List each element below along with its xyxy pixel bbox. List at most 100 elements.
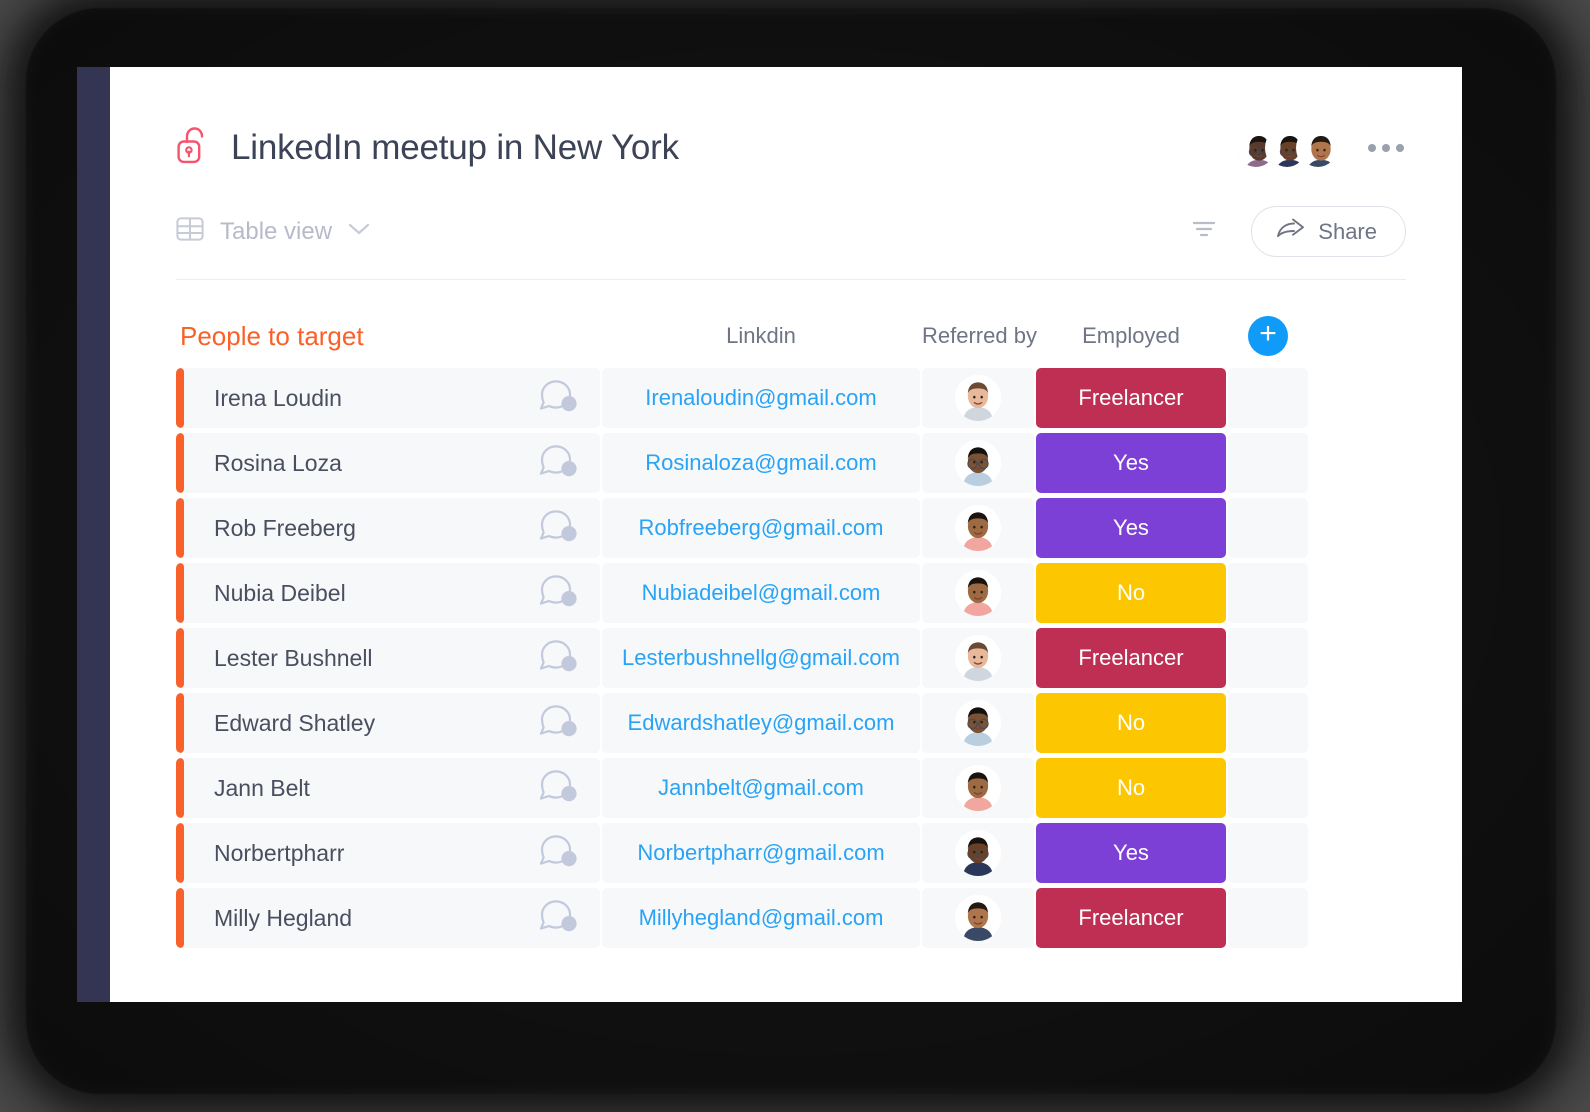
cell-referred-by[interactable] <box>922 563 1034 623</box>
cell-empty-extra[interactable] <box>1228 498 1308 558</box>
table-row[interactable]: Jann Belt Jannbelt@gmail.com No <box>176 758 1406 818</box>
chat-bubble-icon[interactable] <box>534 768 578 809</box>
table-row[interactable]: Rosina Loza Rosinaloza@gmail.com Yes <box>176 433 1406 493</box>
cell-referred-by[interactable] <box>922 758 1034 818</box>
person-name: Edward Shatley <box>214 709 376 736</box>
collaborator-avatars[interactable] <box>1234 125 1340 170</box>
table-body: Irena Loudin Irenaloudin@gmail.com Freel… <box>176 368 1406 948</box>
cell-employed-status[interactable]: Yes <box>1036 433 1226 493</box>
table-container: People to target Linkdin Referred by Emp… <box>110 314 1462 948</box>
person-name: Rob Freeberg <box>214 514 356 541</box>
cell-referred-by[interactable] <box>922 888 1034 948</box>
column-header-referred-by: Referred by <box>922 323 1037 348</box>
cell-empty-extra[interactable] <box>1228 693 1308 753</box>
linkdin-email: Millyhegland@gmail.com <box>638 905 884 930</box>
person-name: Lester Bushnell <box>214 644 373 671</box>
cell-person-name[interactable]: Milly Hegland <box>176 888 600 948</box>
chat-bubble-icon[interactable] <box>534 638 578 679</box>
status-badge: Freelancer <box>1078 905 1184 930</box>
status-badge: Freelancer <box>1078 645 1184 670</box>
cell-referred-by[interactable] <box>922 433 1034 493</box>
cell-linkdin-email[interactable]: Robfreeberg@gmail.com <box>602 498 920 558</box>
chat-bubble-icon[interactable] <box>534 378 578 419</box>
cell-employed-status[interactable]: No <box>1036 758 1226 818</box>
person-name: Norbertpharr <box>214 839 345 866</box>
cell-linkdin-email[interactable]: Nubiadeibel@gmail.com <box>602 563 920 623</box>
cell-empty-extra[interactable] <box>1228 758 1308 818</box>
linkdin-email: Irenaloudin@gmail.com <box>645 385 877 410</box>
cell-employed-status[interactable]: No <box>1036 563 1226 623</box>
cell-referred-by[interactable] <box>922 498 1034 558</box>
cell-employed-status[interactable]: Yes <box>1036 498 1226 558</box>
cell-person-name[interactable]: Irena Loudin <box>176 368 600 428</box>
person-name: Milly Hegland <box>214 904 353 931</box>
cell-empty-extra[interactable] <box>1228 368 1308 428</box>
cell-person-name[interactable]: Rob Freeberg <box>176 498 600 558</box>
table-row[interactable]: Edward Shatley Edwardshatley@gmail.com N… <box>176 693 1406 753</box>
cell-linkdin-email[interactable]: Millyhegland@gmail.com <box>602 888 920 948</box>
chat-bubble-icon[interactable] <box>534 443 578 484</box>
view-label: Table view <box>220 217 333 245</box>
cell-empty-extra[interactable] <box>1228 563 1308 623</box>
cell-employed-status[interactable]: Freelancer <box>1036 628 1226 688</box>
cell-linkdin-email[interactable]: Edwardshatley@gmail.com <box>602 693 920 753</box>
cell-linkdin-email[interactable]: Rosinaloza@gmail.com <box>602 433 920 493</box>
share-button[interactable]: Share <box>1251 206 1406 257</box>
chat-bubble-icon[interactable] <box>534 898 578 939</box>
table-row[interactable]: Rob Freeberg Robfreeberg@gmail.com Yes <box>176 498 1406 558</box>
app-window: LinkedIn meetup in New York Table view S… <box>77 67 1462 1002</box>
table-row[interactable]: Norbertpharr Norbertpharr@gmail.com Yes <box>176 823 1406 883</box>
cell-linkdin-email[interactable]: Jannbelt@gmail.com <box>602 758 920 818</box>
chevron-down-icon[interactable] <box>348 222 370 241</box>
cell-person-name[interactable]: Nubia Deibel <box>176 563 600 623</box>
avatar-rob <box>955 505 1001 551</box>
view-switcher[interactable]: Table view <box>176 215 370 248</box>
cell-employed-status[interactable]: Freelancer <box>1036 368 1226 428</box>
avatar-rosina <box>955 440 1001 486</box>
chat-bubble-icon[interactable] <box>534 573 578 614</box>
cell-referred-by[interactable] <box>922 823 1034 883</box>
linkdin-email: Lesterbushnellg@gmail.com <box>622 645 900 670</box>
chat-bubble-icon[interactable] <box>534 833 578 874</box>
status-badge: Yes <box>1113 840 1149 865</box>
add-row-button[interactable]: + <box>1248 316 1288 356</box>
cell-empty-extra[interactable] <box>1228 888 1308 948</box>
cell-referred-by[interactable] <box>922 368 1034 428</box>
cell-linkdin-email[interactable]: Norbertpharr@gmail.com <box>602 823 920 883</box>
status-badge: No <box>1116 580 1146 605</box>
cell-person-name[interactable]: Rosina Loza <box>176 433 600 493</box>
cell-person-name[interactable]: Jann Belt <box>176 758 600 818</box>
cell-empty-extra[interactable] <box>1228 433 1308 493</box>
chat-bubble-icon[interactable] <box>534 508 578 549</box>
cell-person-name[interactable]: Lester Bushnell <box>176 628 600 688</box>
left-nav-rail[interactable] <box>77 67 110 1002</box>
person-name: Nubia Deibel <box>214 579 346 606</box>
cell-empty-extra[interactable] <box>1228 628 1308 688</box>
status-badge: Yes <box>1113 515 1149 540</box>
column-header-linkdin: Linkdin <box>726 323 796 348</box>
chat-bubble-icon[interactable] <box>534 703 578 744</box>
table-row[interactable]: Milly Hegland Millyhegland@gmail.com Fre… <box>176 888 1406 948</box>
cell-person-name[interactable]: Norbertpharr <box>176 823 600 883</box>
avatar-irena <box>955 375 1001 421</box>
filter-icon[interactable] <box>1187 214 1221 249</box>
table-row[interactable]: Lester Bushnell Lesterbushnellg@gmail.co… <box>176 628 1406 688</box>
cell-person-name[interactable]: Edward Shatley <box>176 693 600 753</box>
screenshot-stage: LinkedIn meetup in New York Table view S… <box>0 0 1590 1112</box>
person-name: Jann Belt <box>214 774 310 801</box>
cell-employed-status[interactable]: No <box>1036 693 1226 753</box>
cell-employed-status[interactable]: Yes <box>1036 823 1226 883</box>
cell-employed-status[interactable]: Freelancer <box>1036 888 1226 948</box>
cell-referred-by[interactable] <box>922 693 1034 753</box>
cell-referred-by[interactable] <box>922 628 1034 688</box>
table-row[interactable]: Irena Loudin Irenaloudin@gmail.com Freel… <box>176 368 1406 428</box>
linkdin-email: Robfreeberg@gmail.com <box>638 515 884 540</box>
cell-linkdin-email[interactable]: Lesterbushnellg@gmail.com <box>602 628 920 688</box>
cell-empty-extra[interactable] <box>1228 823 1308 883</box>
view-toolbar: Table view Share <box>176 206 1406 280</box>
collaborator-3[interactable] <box>1296 125 1340 170</box>
table-row[interactable]: Nubia Deibel Nubiadeibel@gmail.com No <box>176 563 1406 623</box>
cell-linkdin-email[interactable]: Irenaloudin@gmail.com <box>602 368 920 428</box>
ellipsis-icon[interactable] <box>1366 138 1406 158</box>
status-badge: Yes <box>1113 450 1149 475</box>
